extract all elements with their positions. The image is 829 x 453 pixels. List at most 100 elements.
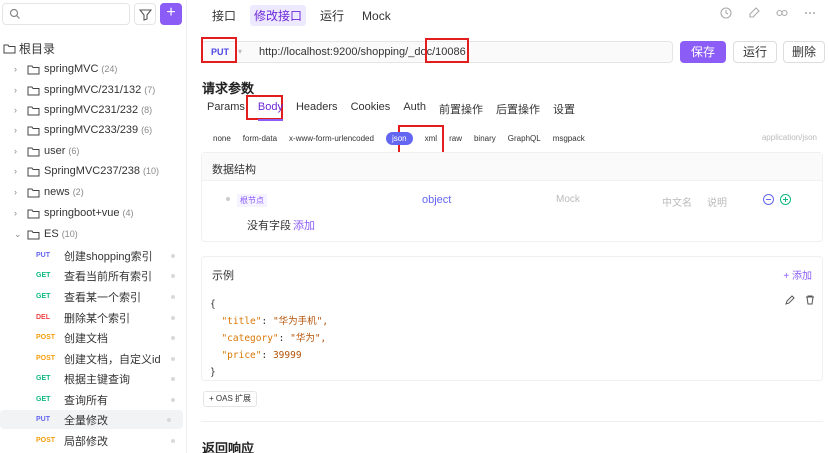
body-type-msgpack[interactable]: msgpack	[553, 134, 585, 143]
folder-item[interactable]: › springMVC/231/132 (7)	[14, 81, 155, 99]
chevron-right-icon: ›	[14, 125, 17, 135]
tab-api[interactable]: 接口	[208, 5, 240, 26]
folder-item[interactable]: › springMVC233/239 (6)	[14, 121, 152, 139]
api-name: 创建文档，自定义id	[64, 353, 161, 366]
status-dot	[171, 273, 175, 278]
folder-count: (6)	[68, 146, 80, 156]
api-item[interactable]: DEL 删除某个索引	[0, 308, 187, 327]
json-key: "price"	[221, 350, 262, 361]
tree-root[interactable]: 根目录	[3, 40, 55, 57]
add-example-button[interactable]: + 添加	[783, 267, 812, 282]
folder-root-icon	[3, 44, 16, 54]
body-type-none[interactable]: none	[213, 134, 231, 143]
body-type-binary[interactable]: binary	[474, 134, 496, 143]
tab-cookies[interactable]: Cookies	[351, 101, 391, 121]
share-icon[interactable]	[747, 6, 761, 20]
desc-input[interactable]: 说明	[707, 194, 727, 209]
folder-name: springboot+vue	[44, 207, 120, 219]
body-type-raw[interactable]: raw	[449, 134, 462, 143]
root-node-label[interactable]: 根节点	[237, 194, 267, 207]
api-name: 查询所有	[64, 394, 108, 407]
history-icon[interactable]	[719, 6, 733, 20]
tab-post-ops[interactable]: 后置操作	[496, 101, 540, 121]
example-json[interactable]: { "title": "华为手机", "category": "华为", "pr…	[210, 296, 328, 381]
folder-count: (7)	[144, 85, 156, 95]
folder-item[interactable]: › springMVC (24)	[14, 60, 117, 78]
folder-item-expanded[interactable]: ⌄ ES (10)	[14, 225, 78, 243]
api-item[interactable]: GET 根据主键查询	[0, 369, 187, 388]
collapse-icon[interactable]	[763, 194, 774, 205]
folder-name: SpringMVC237/238	[44, 165, 141, 177]
api-item[interactable]: PUT 创建shopping索引	[0, 246, 187, 265]
tab-headers[interactable]: Headers	[296, 101, 338, 121]
response-title: 返回响应	[202, 441, 255, 453]
api-item[interactable]: GET 查看当前所有索引	[0, 266, 187, 285]
filter-button[interactable]	[134, 3, 156, 25]
folder-item[interactable]: › user (6)	[14, 142, 79, 160]
mock-input[interactable]: Mock	[556, 194, 580, 205]
api-item[interactable]: POST 创建文档	[0, 328, 187, 347]
api-item[interactable]: GET 查看某一个索引	[0, 287, 187, 306]
more-icon[interactable]	[803, 6, 817, 20]
add-field-icon[interactable]	[780, 194, 791, 205]
folder-item[interactable]: › news (2)	[14, 183, 84, 201]
body-type-graphql[interactable]: GraphQL	[508, 134, 541, 143]
delete-button[interactable]: 删除	[783, 41, 825, 63]
cn-name-input[interactable]: 中文名	[662, 194, 692, 209]
divider	[201, 421, 823, 422]
body-type-json[interactable]: json	[385, 132, 413, 145]
status-dot	[171, 376, 175, 381]
chevron-right-icon: ›	[14, 105, 17, 115]
status-dot	[171, 315, 175, 320]
body-type-xml[interactable]: xml	[425, 134, 437, 143]
add-field-link[interactable]: 添加	[293, 220, 315, 232]
sidebar: + 根目录 › springMVC (24) › springMVC/231/1…	[0, 0, 187, 453]
folder-count: (2)	[72, 187, 84, 197]
add-button[interactable]: +	[160, 3, 182, 25]
tab-run[interactable]: 运行	[316, 5, 348, 26]
folder-name: ES	[44, 228, 59, 240]
body-type-urlencoded[interactable]: x-www-form-urlencoded	[289, 134, 374, 143]
folder-name: user	[44, 145, 66, 157]
api-item-active[interactable]: PUT 全量修改	[0, 410, 183, 429]
folder-icon	[27, 86, 40, 95]
tab-pre-ops[interactable]: 前置操作	[439, 101, 483, 121]
folder-count: (6)	[141, 125, 153, 135]
request-params-title: 请求参数	[202, 81, 255, 96]
tab-settings[interactable]: 设置	[553, 101, 575, 121]
oas-extension-button[interactable]: + OAS 扩展	[203, 391, 258, 407]
run-button[interactable]: 运行	[733, 41, 777, 63]
edit-icon[interactable]	[784, 294, 796, 306]
body-type-options: none form-data x-www-form-urlencoded jso…	[213, 132, 597, 145]
api-item[interactable]: POST 创建文档，自定义id	[0, 349, 187, 368]
folder-item[interactable]: › SpringMVC237/238 (10)	[14, 162, 159, 180]
api-item[interactable]: GET 查询所有	[0, 390, 187, 409]
tab-params[interactable]: Params	[207, 101, 245, 121]
folder-item[interactable]: › springMVC231/232 (8)	[14, 101, 152, 119]
link-icon[interactable]	[775, 6, 789, 20]
tab-body[interactable]: Body	[257, 101, 283, 121]
folder-icon	[27, 65, 40, 74]
tab-edit-api[interactable]: 修改接口	[250, 5, 307, 26]
method-badge: PUT	[36, 416, 50, 423]
type-select[interactable]: object	[422, 194, 451, 206]
folder-item[interactable]: › springboot+vue (4)	[14, 204, 134, 222]
body-type-form-data[interactable]: form-data	[243, 134, 277, 143]
folder-icon	[27, 230, 40, 239]
json-value: "华为手机",	[272, 316, 329, 327]
folder-icon	[27, 147, 40, 156]
chevron-right-icon: ›	[14, 166, 17, 176]
chevron-right-icon: ›	[14, 64, 17, 74]
search-input[interactable]	[2, 3, 130, 25]
chevron-down-icon[interactable]: ▾	[238, 47, 242, 56]
trash-icon[interactable]	[804, 294, 816, 306]
status-dot	[167, 417, 171, 422]
api-name: 创建文档	[64, 332, 108, 345]
tab-mock[interactable]: Mock	[358, 7, 395, 25]
method-badge: GET	[36, 272, 51, 279]
tab-auth[interactable]: Auth	[403, 101, 426, 121]
api-item[interactable]: POST 局部修改	[0, 431, 187, 450]
save-button[interactable]: 保存	[680, 41, 726, 63]
folder-name: springMVC231/232	[44, 104, 139, 116]
api-name: 局部修改	[64, 435, 108, 448]
